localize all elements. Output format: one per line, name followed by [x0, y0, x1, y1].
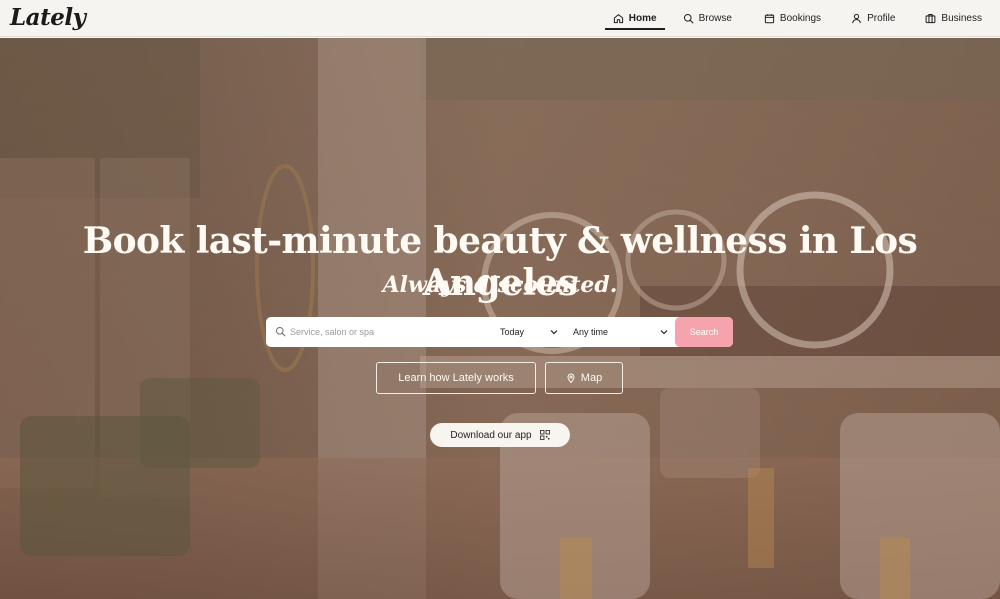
learn-how-button[interactable]: Learn how Lately works: [376, 362, 536, 394]
lately-logo[interactable]: Lately: [10, 4, 86, 31]
map-pin-icon: [567, 373, 575, 383]
search-icon: [683, 13, 694, 24]
chevron-down-icon: [660, 330, 668, 335]
search-input[interactable]: [290, 317, 490, 347]
calendar-icon: [764, 14, 775, 24]
nav-item-bookings[interactable]: Bookings: [756, 0, 829, 37]
date-select[interactable]: Today: [500, 317, 558, 347]
time-select[interactable]: Any time: [573, 317, 668, 347]
main-nav: Home Browse Bookings Profile Business: [604, 0, 1000, 37]
chevron-down-icon: [550, 330, 558, 335]
nav-business-label: Business: [941, 13, 982, 24]
nav-item-business[interactable]: Business: [917, 0, 990, 37]
user-icon: [852, 13, 861, 24]
top-navigation-bar: Lately Home Browse Bookings Profile Busi…: [0, 0, 1000, 37]
map-button-label: Map: [580, 372, 603, 384]
nav-home-label: Home: [628, 13, 657, 24]
home-icon: [613, 14, 623, 24]
nav-profile-label: Profile: [867, 13, 896, 24]
nav-item-profile[interactable]: Profile: [843, 0, 903, 37]
nav-item-browse[interactable]: Browse: [675, 0, 740, 37]
date-select-value: Today: [500, 327, 525, 337]
qr-code-icon: [539, 430, 550, 440]
search-icon: [275, 326, 286, 337]
nav-item-home[interactable]: Home: [604, 0, 665, 37]
map-button[interactable]: Map: [545, 362, 623, 394]
hero-subtitle: Always discounted.: [382, 272, 618, 298]
storefront-icon: [926, 13, 936, 24]
time-select-value: Any time: [573, 327, 609, 337]
search-bar: Today Any time Search: [266, 317, 733, 347]
nav-bookings-label: Bookings: [779, 13, 822, 24]
download-app-label: Download our app: [450, 429, 532, 441]
nav-browse-label: Browse: [698, 13, 732, 24]
download-app-button[interactable]: Download our app: [430, 423, 570, 447]
search-button[interactable]: Search: [675, 317, 733, 347]
hero-section: Book last-minute beauty & wellness in Lo…: [0, 38, 1000, 599]
